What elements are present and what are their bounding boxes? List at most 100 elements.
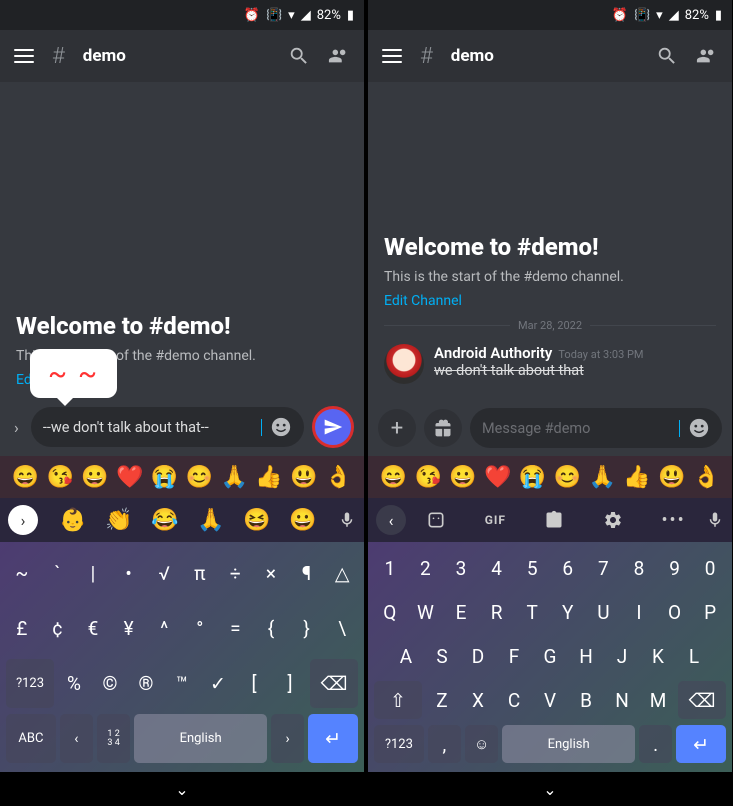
key[interactable]: {	[255, 604, 287, 653]
key-enter[interactable]: ↵	[676, 725, 726, 763]
emoji[interactable]: ❤️	[116, 465, 143, 490]
emoji[interactable]: 😃	[658, 465, 685, 490]
key[interactable]: R	[481, 593, 513, 631]
emoji[interactable]: 😊	[186, 465, 213, 490]
key[interactable]: ÷	[220, 549, 252, 598]
key[interactable]: 6	[552, 549, 584, 587]
key[interactable]: O	[659, 593, 691, 631]
key[interactable]: F	[498, 637, 530, 675]
key[interactable]: H	[570, 637, 602, 675]
key[interactable]: ©	[94, 659, 126, 708]
key[interactable]: K	[642, 637, 674, 675]
mic-icon[interactable]	[338, 511, 356, 529]
key[interactable]: 3	[445, 549, 477, 587]
settings-icon[interactable]	[603, 510, 623, 530]
key[interactable]: ✓	[202, 659, 234, 708]
key[interactable]: J	[606, 637, 638, 675]
members-icon[interactable]	[328, 45, 350, 67]
emoji[interactable]: 😭	[519, 465, 546, 490]
members-icon[interactable]	[696, 45, 718, 67]
emoji[interactable]: 👍	[255, 465, 282, 490]
key[interactable]: 9	[659, 549, 691, 587]
key-backspace[interactable]: ⌫	[310, 659, 358, 708]
key[interactable]: 7	[588, 549, 620, 587]
emoji[interactable]: 👏	[105, 508, 132, 533]
key[interactable]: ~	[6, 549, 38, 598]
key[interactable]: ]	[274, 659, 306, 708]
add-button[interactable]: +	[378, 409, 416, 447]
emoji[interactable]: 😀	[289, 508, 316, 533]
key-shift[interactable]: ⇧	[374, 681, 422, 719]
key[interactable]: U	[588, 593, 620, 631]
key[interactable]: X	[462, 681, 494, 719]
emoji[interactable]: 😀	[81, 465, 108, 490]
key[interactable]: C	[498, 681, 530, 719]
emoji[interactable]: 😄	[12, 465, 39, 490]
emoji-icon[interactable]	[688, 417, 710, 439]
search-icon[interactable]	[288, 45, 310, 67]
emoji[interactable]: 🙏	[588, 465, 615, 490]
emoji[interactable]: 😘	[414, 465, 441, 490]
mic-icon[interactable]	[706, 511, 724, 529]
key[interactable]: √	[148, 549, 180, 598]
emoji[interactable]: 😆	[243, 508, 270, 533]
key[interactable]: A	[390, 637, 422, 675]
key[interactable]: %	[58, 659, 90, 708]
emoji[interactable]: 👍	[623, 465, 650, 490]
key[interactable]: 4	[481, 549, 513, 587]
search-icon[interactable]	[656, 45, 678, 67]
username[interactable]: Android Authority	[434, 344, 552, 362]
key[interactable]: ¥	[113, 604, 145, 653]
message-input[interactable]: Message #demo	[470, 408, 722, 448]
key-lang2[interactable]: ›	[271, 714, 304, 763]
key[interactable]: 2	[410, 549, 442, 587]
key[interactable]: B	[570, 681, 602, 719]
avatar[interactable]	[384, 344, 424, 384]
key[interactable]: G	[534, 637, 566, 675]
key[interactable]: \	[326, 604, 358, 653]
key[interactable]: ^	[148, 604, 180, 653]
key[interactable]: P	[694, 593, 726, 631]
more-icon[interactable]: •••	[661, 510, 685, 531]
key[interactable]: 5	[516, 549, 548, 587]
key[interactable]: W	[410, 593, 442, 631]
emoji[interactable]: 😭	[151, 465, 178, 490]
key[interactable]: ¶	[291, 549, 323, 598]
key[interactable]: Q	[374, 593, 406, 631]
key[interactable]: £	[6, 604, 38, 653]
key-space[interactable]: English	[502, 725, 635, 763]
emoji[interactable]: 😊	[554, 465, 581, 490]
key-space[interactable]: English	[134, 714, 267, 763]
key[interactable]: 1	[374, 549, 406, 587]
key[interactable]: △	[326, 549, 358, 598]
emoji[interactable]: 😂	[151, 508, 178, 533]
key[interactable]: |	[77, 549, 109, 598]
key[interactable]: ¢	[42, 604, 74, 653]
key[interactable]: L	[678, 637, 710, 675]
key-symswitch[interactable]: ?123	[6, 659, 54, 708]
key[interactable]: [	[238, 659, 270, 708]
nav-collapse-icon[interactable]: ⌄	[543, 780, 556, 799]
key-emoji[interactable]: ☺	[465, 725, 498, 763]
gif-icon[interactable]: GIF	[485, 513, 506, 527]
key[interactable]: T	[516, 593, 548, 631]
key[interactable]: Z	[426, 681, 458, 719]
emoji[interactable]: 👶	[59, 508, 86, 533]
key-sym[interactable]: ?123	[374, 725, 424, 763]
emoji[interactable]: 🙏	[197, 508, 224, 533]
key[interactable]: Y	[552, 593, 584, 631]
emoji[interactable]: 😃	[290, 465, 317, 490]
edit-channel-link[interactable]: Edit Channel	[384, 293, 716, 309]
key[interactable]: •	[113, 549, 145, 598]
key[interactable]: ×	[255, 549, 287, 598]
key[interactable]: ®	[130, 659, 162, 708]
key[interactable]: 0	[694, 549, 726, 587]
key[interactable]: M	[642, 681, 674, 719]
emoji[interactable]: 😄	[380, 465, 407, 490]
key-enter[interactable]: ↵	[308, 714, 358, 763]
key-fraction[interactable]: 1 2 3 4	[97, 714, 130, 763]
gift-button[interactable]	[424, 409, 462, 447]
key[interactable]: ™	[166, 659, 198, 708]
key[interactable]: =	[220, 604, 252, 653]
key[interactable]: S	[426, 637, 458, 675]
